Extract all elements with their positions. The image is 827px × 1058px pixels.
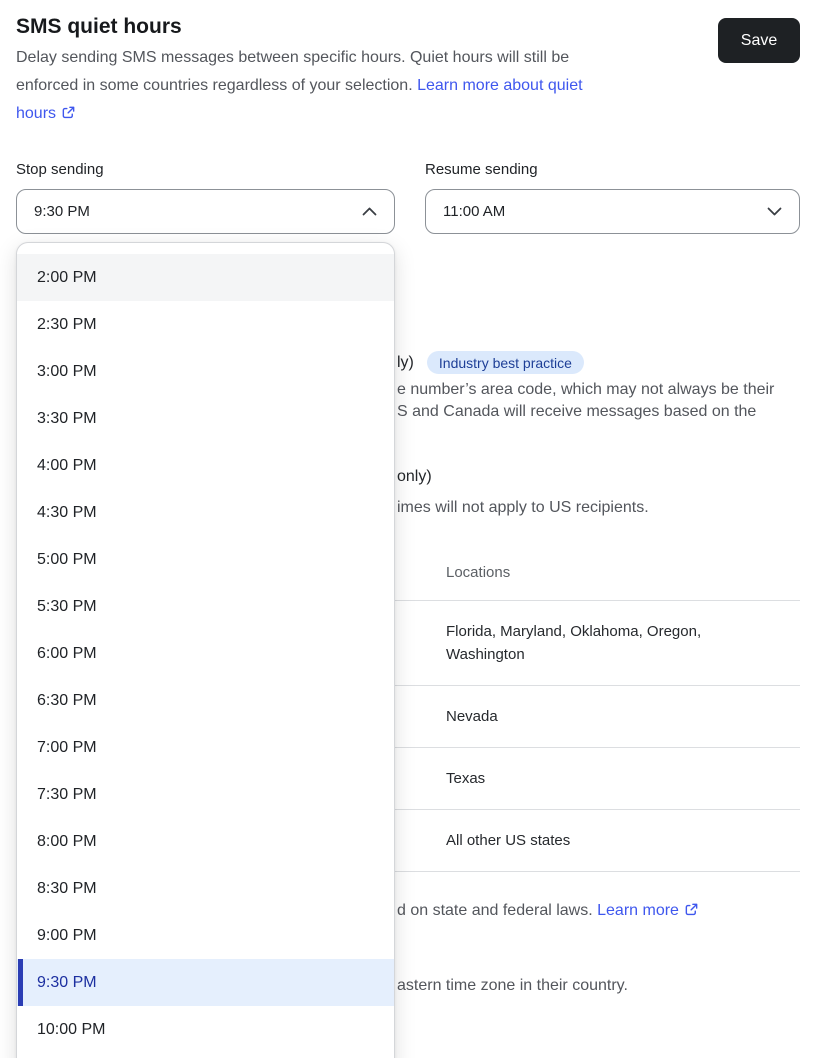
option-description-fragment-2: imes will not apply to US recipients. [397, 497, 649, 519]
time-options-dropdown: 2:00 PM2:30 PM3:00 PM3:30 PM4:00 PM4:30 … [16, 242, 395, 1058]
option-text-fragment: ly) [397, 352, 414, 374]
option-description-fragment: e number’s area code, which may not alwa… [397, 379, 774, 423]
dropdown-option[interactable]: 5:30 PM [17, 583, 394, 630]
dropdown-option[interactable]: 3:00 PM [17, 348, 394, 395]
locations-table: Locations Florida, Maryland, Oklahoma, O… [340, 545, 800, 872]
dropdown-option[interactable]: 4:30 PM [17, 489, 394, 536]
external-link-icon [684, 902, 699, 917]
location-cell: Nevada [446, 705, 746, 728]
locations-column-header: Locations [340, 545, 800, 601]
industry-best-practice-badge: Industry best practice [427, 351, 584, 374]
option-fragment-2: only) [397, 466, 432, 488]
dropdown-option[interactable]: 3:30 PM [17, 395, 394, 442]
laws-note-fragment: d on state and federal laws. Learn more [397, 900, 699, 922]
location-cell: Florida, Maryland, Oklahoma, Oregon, Was… [446, 620, 746, 666]
table-row: Florida, Maryland, Oklahoma, Oregon, Was… [340, 601, 800, 686]
dropdown-option[interactable]: 2:30 PM [17, 301, 394, 348]
table-row: Nevada [340, 686, 800, 748]
dropdown-option[interactable]: 10:00 PM [17, 1006, 394, 1053]
dropdown-option[interactable]: 5:00 PM [17, 536, 394, 583]
timezone-note-fragment: astern time zone in their country. [397, 975, 628, 997]
dropdown-option[interactable]: 6:30 PM [17, 677, 394, 724]
dropdown-option[interactable]: 9:00 PM [17, 912, 394, 959]
dropdown-option[interactable]: 7:30 PM [17, 771, 394, 818]
learn-more-laws-link[interactable]: Learn more [597, 902, 699, 919]
location-cell: All other US states [446, 829, 746, 852]
dropdown-option[interactable]: 4:00 PM [17, 442, 394, 489]
option-fragment-1: ly) Industry best practice [397, 351, 584, 374]
sms-quiet-hours-page: ly) Industry best practice e number’s ar… [0, 0, 827, 1058]
dropdown-option[interactable]: 6:00 PM [17, 630, 394, 677]
dropdown-option[interactable]: 9:30 PM [17, 959, 394, 1006]
location-cell: Texas [446, 767, 746, 790]
table-row: All other US states [340, 810, 800, 872]
dropdown-option[interactable]: 7:00 PM [17, 724, 394, 771]
table-row: Texas [340, 748, 800, 810]
dropdown-option[interactable]: 8:00 PM [17, 818, 394, 865]
dropdown-option[interactable]: 2:00 PM [17, 254, 394, 301]
dropdown-option[interactable]: 8:30 PM [17, 865, 394, 912]
